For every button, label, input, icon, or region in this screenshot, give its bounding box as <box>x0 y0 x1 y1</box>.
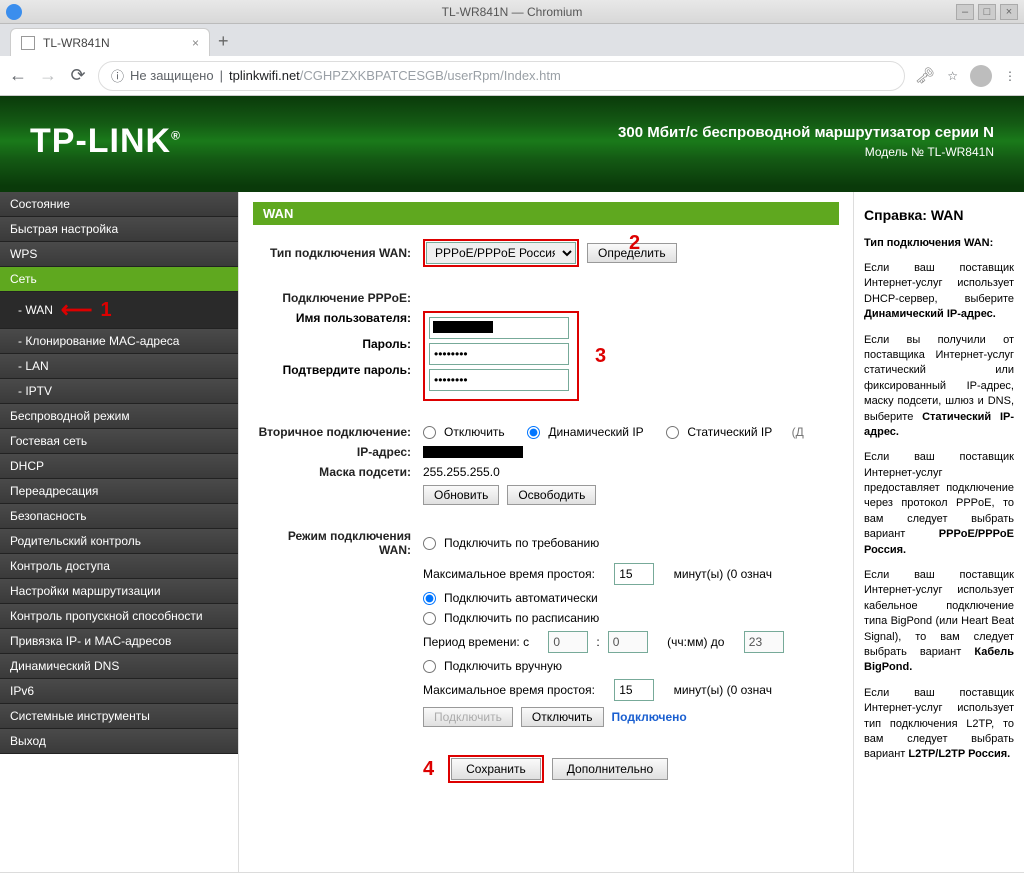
new-tab-button[interactable]: + <box>218 31 229 56</box>
confirm-label: Подтвердите пароль: <box>253 363 411 389</box>
close-button[interactable]: × <box>1000 4 1018 20</box>
sidebar-item-ipmac[interactable]: Привязка IP- и MAC-адресов <box>0 629 238 654</box>
sidebar: Состояние Быстрая настройка WPS Сеть - W… <box>0 192 238 872</box>
product-line: 300 Мбит/с беспроводной маршрутизатор се… <box>618 124 994 141</box>
secondary-label: Вторичное подключение: <box>253 425 423 439</box>
back-button[interactable]: ← <box>8 65 28 86</box>
radio-sched[interactable] <box>423 612 436 625</box>
sidebar-item-macclone[interactable]: - Клонирование MAC-адреса <box>0 329 238 354</box>
marker-4: 4 <box>423 758 434 781</box>
arrow-icon: ⟵ <box>61 297 93 323</box>
sidebar-item-network[interactable]: Сеть <box>0 267 238 292</box>
tab-close-icon[interactable]: × <box>192 36 199 50</box>
advanced-button[interactable]: Дополнительно <box>552 758 668 780</box>
sidebar-item-parental[interactable]: Родительский контроль <box>0 529 238 554</box>
radio-demand[interactable] <box>423 537 436 550</box>
radio-auto[interactable] <box>423 592 436 605</box>
conn-type-select[interactable]: PPPoE/PPPoE Россия <box>426 242 576 264</box>
app-icon <box>6 4 22 20</box>
header-banner: TP-LINK® 300 Мбит/с беспроводной маршрут… <box>0 96 1024 186</box>
page-icon <box>21 36 35 50</box>
sidebar-item-security[interactable]: Безопасность <box>0 504 238 529</box>
reload-button[interactable]: ⟳ <box>68 65 88 86</box>
window-controls: – □ × <box>956 4 1018 20</box>
idle-input[interactable] <box>614 563 654 585</box>
brand-logo: TP-LINK® <box>30 122 181 161</box>
period-from-h <box>548 631 588 653</box>
help-title: Справка: WAN <box>864 206 1014 226</box>
radio-dynip[interactable] <box>527 426 540 439</box>
period-to <box>744 631 784 653</box>
sidebar-item-dhcp[interactable]: DHCP <box>0 454 238 479</box>
redacted-username <box>433 321 493 333</box>
address-bar[interactable]: ⓘ Не защищено | tplinkwifi.net/CGHPZXKBP… <box>98 61 905 91</box>
marker-3: 3 <box>595 345 606 368</box>
radio-manual[interactable] <box>423 660 436 673</box>
radio-static[interactable] <box>666 426 679 439</box>
profile-avatar[interactable] <box>970 65 992 87</box>
refresh-button[interactable]: Обновить <box>423 485 499 505</box>
window-title: TL-WR841N — Chromium <box>0 5 1024 19</box>
disconnect-button[interactable]: Отключить <box>521 707 604 727</box>
sidebar-item-forward[interactable]: Переадресация <box>0 479 238 504</box>
sidebar-item-iptv[interactable]: - IPTV <box>0 379 238 404</box>
browser-tab[interactable]: TL-WR841N × <box>10 28 210 56</box>
tab-strip: TL-WR841N × + <box>0 24 1024 56</box>
main-content: WAN 2 Тип подключения WAN: PPPoE/PPPoE Р… <box>238 192 854 872</box>
sidebar-item-access[interactable]: Контроль доступа <box>0 554 238 579</box>
sidebar-item-wireless[interactable]: Беспроводной режим <box>0 404 238 429</box>
connect-button[interactable]: Подключить <box>423 707 513 727</box>
redacted-ip <box>423 446 523 458</box>
mask-value: 255.255.255.0 <box>423 465 500 479</box>
sidebar-item-bandwidth[interactable]: Контроль пропускной способности <box>0 604 238 629</box>
forward-button[interactable]: → <box>38 65 58 86</box>
section-header: WAN <box>253 202 839 225</box>
release-button[interactable]: Освободить <box>507 485 596 505</box>
sidebar-item-lan[interactable]: - LAN <box>0 354 238 379</box>
key-icon[interactable]: 🗝 <box>915 66 935 86</box>
sidebar-item-wan[interactable]: - WAN ⟵ 1 <box>0 292 238 329</box>
bookmark-icon[interactable]: ☆ <box>947 69 958 83</box>
mode-label: Режим подключения WAN: <box>253 529 423 557</box>
sidebar-item-routing[interactable]: Настройки маршрутизации <box>0 579 238 604</box>
mask-label: Маска подсети: <box>253 465 423 479</box>
model-line: Модель № TL-WR841N <box>618 145 994 159</box>
security-label: Не защищено <box>130 68 214 83</box>
username-label: Имя пользователя: <box>253 311 411 337</box>
sidebar-item-guest[interactable]: Гостевая сеть <box>0 429 238 454</box>
pppoe-label: Подключение PPPoE: <box>253 291 423 305</box>
url-text: tplinkwifi.net/CGHPZXKBPATCESGB/userRpm/… <box>229 68 561 83</box>
minimize-button[interactable]: – <box>956 4 974 20</box>
sidebar-item-logout[interactable]: Выход <box>0 729 238 754</box>
period-from-m <box>608 631 648 653</box>
sidebar-item-status[interactable]: Состояние <box>0 192 238 217</box>
password-input[interactable] <box>429 343 569 365</box>
radio-disable[interactable] <box>423 426 436 439</box>
tab-title: TL-WR841N <box>43 36 110 50</box>
marker-1: 1 <box>100 299 111 322</box>
maximize-button[interactable]: □ <box>978 4 996 20</box>
sidebar-item-wps[interactable]: WPS <box>0 242 238 267</box>
ip-label: IP-адрес: <box>253 445 423 459</box>
sidebar-item-ipv6[interactable]: IPv6 <box>0 679 238 704</box>
confirm-input[interactable] <box>429 369 569 391</box>
menu-icon[interactable]: ⋮ <box>1004 69 1016 83</box>
sidebar-item-quicksetup[interactable]: Быстрая настройка <box>0 217 238 242</box>
marker-2: 2 <box>629 232 640 255</box>
browser-toolbar: ← → ⟳ ⓘ Не защищено | tplinkwifi.net/CGH… <box>0 56 1024 96</box>
conn-type-label: Тип подключения WAN: <box>253 246 423 260</box>
window-titlebar: TL-WR841N — Chromium – □ × <box>0 0 1024 24</box>
idle2-input[interactable] <box>614 679 654 701</box>
help-panel: Справка: WAN Тип подключения WAN: Если в… <box>854 192 1024 872</box>
sidebar-item-systools[interactable]: Системные инструменты <box>0 704 238 729</box>
save-button[interactable]: Сохранить <box>451 758 541 780</box>
sidebar-item-ddns[interactable]: Динамический DNS <box>0 654 238 679</box>
password-label: Пароль: <box>253 337 411 363</box>
info-icon: ⓘ <box>111 66 124 85</box>
connection-status: Подключено <box>612 710 687 724</box>
